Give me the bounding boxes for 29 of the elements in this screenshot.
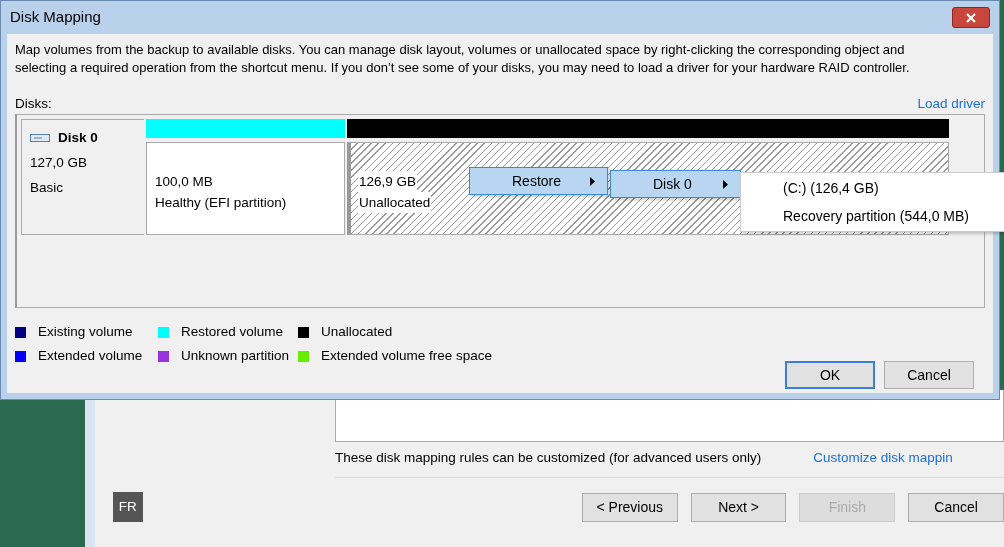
description-text: Map volumes from the backup to available disks. You can manage disk layout, volumes or unallocated space by right-clicking the corresponding object and selecting a required operation from the shortcut menu. If you don’t see some of your disks, you may need to load a driver for your hardware RAID controller. [15, 41, 911, 77]
disks-label: Disks: [15, 95, 52, 113]
legend-label: Unallocated [321, 323, 393, 341]
partition-status: Unallocated [358, 192, 432, 213]
disk-header[interactable]: Disk 0 127,0 GB Basic [21, 119, 144, 235]
disk-type: Basic [30, 179, 64, 197]
wizard-button[interactable]: Next > [690, 492, 787, 522]
language-badge: FR [113, 492, 143, 522]
rules-text: These disk mapping rules can be customized (for advanced users only) [335, 449, 762, 467]
menu-item[interactable]: Disk 0 [610, 170, 741, 198]
legend-label: Restored volume [181, 323, 284, 341]
legend-label: Unknown partition [181, 347, 290, 366]
legend-label: Extended volume [38, 347, 143, 366]
disk-size: 127,0 GB [30, 154, 89, 172]
customize-link[interactable]: Customize disk mappin [813, 448, 953, 477]
legend-label: Existing volume [38, 323, 133, 341]
load-driver-link[interactable]: Load driver [917, 94, 985, 114]
legend-label: Extended volume free space [321, 347, 493, 366]
wizard-button[interactable]: Cancel [908, 492, 1004, 522]
partition-block[interactable]: 100,0 MB Healthy (EFI partition) [146, 142, 345, 235]
disk-name: Disk 0 [58, 129, 98, 147]
partition-size: 126,9 GB [358, 171, 418, 192]
dialog-button[interactable]: OK [785, 361, 875, 389]
wizard-button[interactable]: < Previous [581, 492, 678, 522]
close-icon [966, 12, 976, 23]
dialog-button[interactable]: Cancel [884, 361, 974, 389]
close-button[interactable] [952, 7, 990, 28]
window-title: Disk Mapping [10, 7, 101, 28]
menu-item[interactable]: Restore [469, 167, 608, 195]
